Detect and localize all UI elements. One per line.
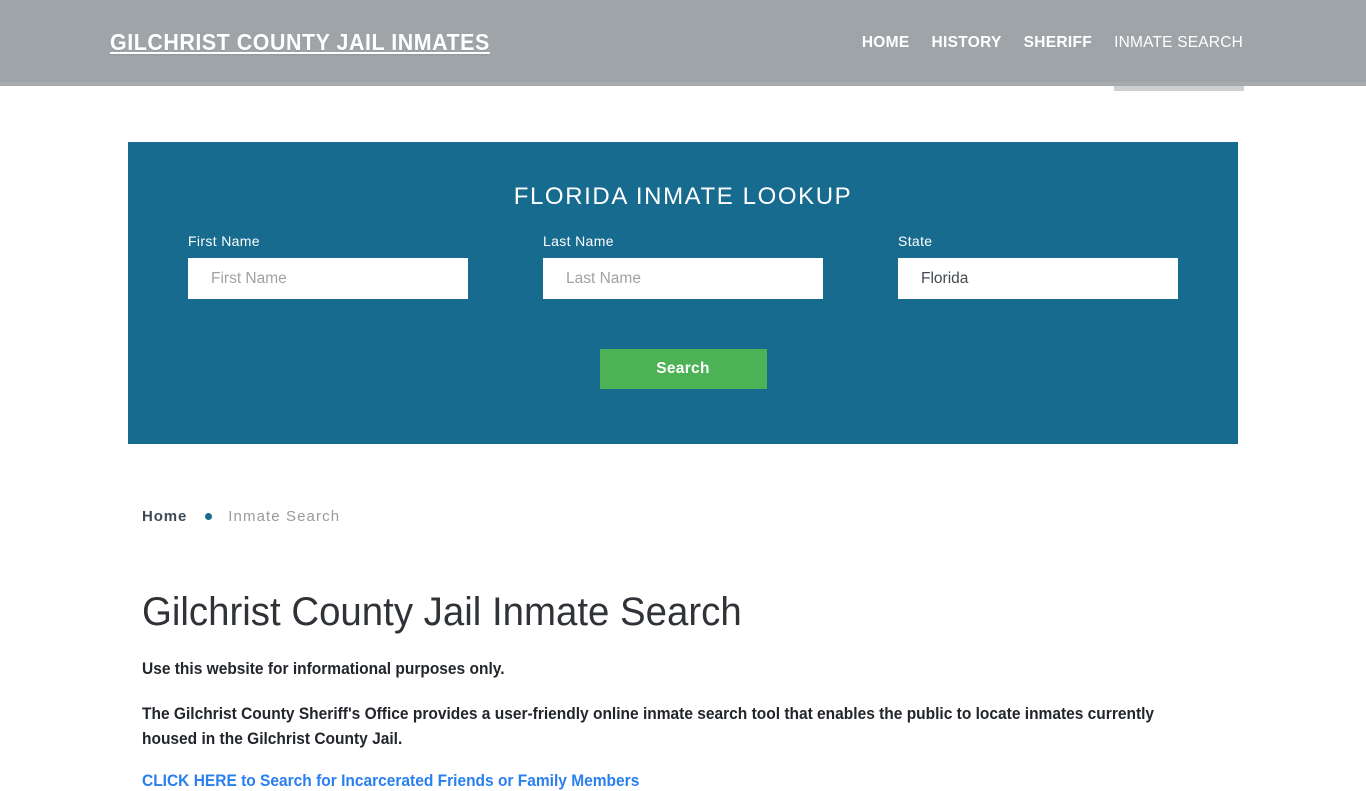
- lookup-fields-row: First Name Last Name State: [128, 233, 1238, 323]
- breadcrumb-current-page: Inmate Search: [228, 507, 341, 525]
- main-navigation: Home History Sheriff Inmate Search: [851, 0, 1254, 91]
- breadcrumb: Home Inmate Search: [142, 500, 1232, 532]
- search-button-row: Search: [128, 349, 1238, 389]
- breadcrumb-separator-dot-icon: [205, 512, 213, 520]
- first-name-input[interactable]: [188, 258, 468, 299]
- last-name-input[interactable]: [543, 258, 823, 299]
- inmate-lookup-panel: Florida Inmate Lookup First Name Last Na…: [128, 142, 1238, 444]
- nav-item-inmate-search[interactable]: Inmate Search: [1103, 0, 1254, 91]
- nav-item-home[interactable]: Home: [851, 0, 921, 86]
- main-content: Home Inmate Search Gilchrist County Jail…: [142, 500, 1232, 791]
- site-brand-title[interactable]: Gilchrist County Jail Inmates: [110, 29, 490, 56]
- nav-item-history[interactable]: History: [921, 0, 1013, 86]
- nav-item-inmate-search-label: Inmate Search: [1114, 34, 1243, 51]
- description-paragraph: The Gilchrist County Sheriff's Office pr…: [142, 704, 1155, 749]
- last-name-field-group: Last Name: [543, 233, 823, 299]
- state-field-group: State: [898, 233, 1178, 299]
- header-bottom-edge: [0, 82, 1366, 86]
- breadcrumb-home-link[interactable]: Home: [142, 508, 187, 525]
- intro-paragraph: Use this website for informational purpo…: [142, 660, 505, 678]
- search-button[interactable]: Search: [599, 349, 767, 389]
- first-name-label: First Name: [188, 233, 260, 249]
- active-nav-underline: [1113, 86, 1244, 91]
- state-input[interactable]: [898, 258, 1178, 299]
- nav-item-sheriff[interactable]: Sheriff: [1013, 0, 1103, 86]
- state-label: State: [898, 233, 933, 249]
- first-name-field-group: First Name: [188, 233, 468, 299]
- search-cta-link[interactable]: CLICK HERE to Search for Incarcerated Fr…: [142, 772, 639, 791]
- lookup-panel-title: Florida Inmate Lookup: [513, 183, 853, 210]
- page-title: Gilchrist County Jail Inmate Search: [142, 590, 742, 634]
- last-name-label: Last Name: [543, 233, 614, 249]
- site-header: Gilchrist County Jail Inmates Home Histo…: [0, 0, 1366, 91]
